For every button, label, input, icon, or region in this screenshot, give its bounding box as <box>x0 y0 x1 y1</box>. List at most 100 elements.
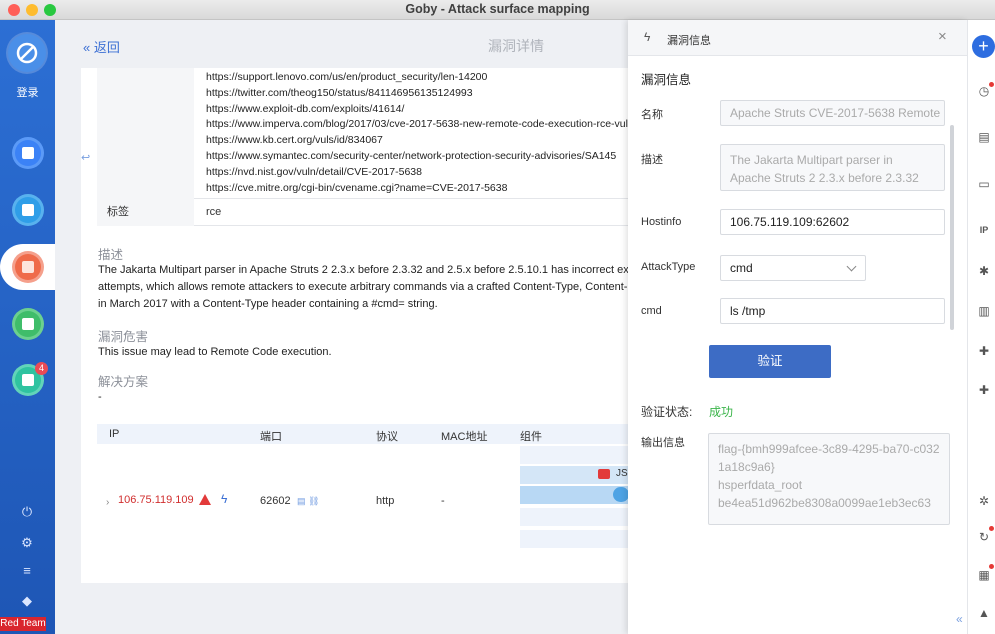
hostinfo-field[interactable]: 106.75.119.109:62602 <box>720 209 945 235</box>
name-label: 名称 <box>641 109 663 121</box>
protocol-value: http <box>376 495 395 507</box>
col-port: 端口 <box>260 431 282 443</box>
hostinfo-label: Hostinfo <box>641 216 682 228</box>
report-icon <box>22 318 34 330</box>
settings-bug-icon[interactable]: ✲ <box>977 494 991 508</box>
reference-link[interactable]: https://www.symantec.com/security-center… <box>206 149 634 165</box>
description-label: 描述 <box>641 154 663 166</box>
component-row-bg <box>520 446 628 464</box>
component-row-bg <box>520 508 628 526</box>
right-toolbar: + ◷ ▤ ▭ IP ✱ ▥ ✚ ✚ ✲ ↻ ▦ ▲ <box>967 20 995 634</box>
bolt-icon: ϟ <box>644 30 651 44</box>
mac-value: - <box>441 495 445 507</box>
monitor-icon[interactable]: ▭ <box>977 177 991 191</box>
reference-link[interactable]: https://www.exploit-db.com/exploits/4161… <box>206 102 634 118</box>
add-icon[interactable]: + <box>972 35 995 58</box>
goby-logo-icon[interactable] <box>8 34 46 72</box>
output-label: 输出信息 <box>641 437 685 449</box>
component-logo-icon <box>598 469 610 479</box>
red-team-badge[interactable]: Red Team <box>0 617 46 631</box>
description-title: 描述 <box>98 248 124 262</box>
cmd-field[interactable]: ls /tmp <box>720 298 945 324</box>
reference-link[interactable]: https://cve.mitre.org/cgi-bin/cvename.cg… <box>206 181 634 197</box>
reference-link[interactable]: https://twitter.com/theog150/status/8411… <box>206 86 634 102</box>
chevron-down-icon <box>846 261 857 272</box>
bolt-icon[interactable]: ϟ <box>221 492 227 506</box>
harm-text: This issue may lead to Remote Code execu… <box>98 346 332 358</box>
back-button[interactable]: « 返回 <box>83 37 120 56</box>
expand-chevron-icon[interactable]: › <box>106 497 109 508</box>
detail-card: ↩ https://support.lenovo.com/us/en/produ… <box>81 68 656 583</box>
attacktype-value: cmd <box>730 261 753 275</box>
close-icon[interactable]: × <box>938 28 947 45</box>
description-line: The Jakarta Multipart parser in Apache S… <box>98 264 652 276</box>
port-value: 62602 <box>260 495 291 507</box>
reference-link[interactable]: https://nvd.nist.gov/vuln/detail/CVE-201… <box>206 165 634 181</box>
login-link[interactable]: 登录 <box>0 84 55 100</box>
port-info-icon[interactable]: ▤ ⛓ <box>297 496 319 507</box>
status-value: 成功 <box>709 405 734 419</box>
col-component: 组件 <box>520 431 542 443</box>
menu-icon[interactable]: ≡ <box>19 563 35 579</box>
asset-icon <box>22 147 34 159</box>
description-line: in March 2017 with a Content-Type header… <box>98 298 438 310</box>
asset-table-header: IP 端口 协议 MAC地址 组件 <box>97 424 628 444</box>
component-logo-icon <box>613 487 629 502</box>
double-chevron-left-icon: « <box>83 40 94 55</box>
settings-icon[interactable]: ⚙ <box>19 535 35 551</box>
report-icon[interactable]: ▦ <box>977 568 991 582</box>
warning-icon[interactable]: ▲ <box>977 606 991 620</box>
plugin-alt-icon[interactable]: ✚ <box>977 383 991 397</box>
list-icon <box>22 204 34 216</box>
reference-link[interactable]: https://support.lenovo.com/us/en/product… <box>206 70 634 86</box>
notification-dot <box>989 526 994 531</box>
plugin-icon[interactable]: ✚ <box>977 344 991 358</box>
plugin-count-badge: 4 <box>35 362 48 375</box>
ip-icon[interactable]: IP <box>977 223 991 237</box>
chart-icon[interactable]: ▥ <box>977 304 991 318</box>
attacktype-select[interactable]: cmd <box>720 255 866 281</box>
sidebar-item-vuln[interactable] <box>15 254 41 280</box>
harm-title: 漏洞危害 <box>98 330 149 344</box>
solution-title: 解决方案 <box>98 375 149 389</box>
left-sidebar: 登录 4 ⏻ ⚙ ≡ ◆ Red Team <box>0 20 60 634</box>
col-protocol: 协议 <box>376 431 398 443</box>
ip-link[interactable]: 106.75.119.109 <box>118 494 194 506</box>
tag-row: 标签 rce <box>97 199 628 226</box>
description-field: The Jakarta Multipart parser in Apache S… <box>720 144 945 191</box>
cmd-label: cmd <box>641 305 662 317</box>
verify-button[interactable]: 验证 <box>709 345 831 378</box>
table-row[interactable]: › 106.75.119.109 ϟ 62602 ▤ ⛓ http - JS <box>97 444 629 564</box>
collapse-panel-icon[interactable]: « <box>956 612 963 626</box>
back-label: 返回 <box>93 40 120 55</box>
power-icon[interactable]: ⏻ <box>19 504 35 520</box>
return-arrow-icon: ↩ <box>81 152 91 164</box>
notification-dot <box>989 564 994 569</box>
notification-dot <box>989 82 994 87</box>
page-title: 漏洞详情 <box>488 38 544 54</box>
tag-label: 标签 <box>97 199 194 226</box>
refresh-icon[interactable]: ↻ <box>977 530 991 544</box>
diamond-icon[interactable]: ◆ <box>19 593 35 609</box>
sidebar-item-report[interactable] <box>15 311 41 337</box>
solution-text: - <box>98 391 102 403</box>
panel-scrollbar[interactable] <box>950 125 954 330</box>
reference-link[interactable]: https://www.kb.cert.org/vuls/id/834067 <box>206 133 634 149</box>
component-tag[interactable] <box>520 486 629 504</box>
status-label: 验证状态: <box>641 405 693 419</box>
title-bar: Goby - Attack surface mapping <box>0 0 995 20</box>
reference-link[interactable]: https://www.imperva.com/blog/2017/03/cve… <box>206 117 634 133</box>
warning-icon <box>199 494 211 505</box>
vuln-info-panel: ϟ 漏洞信息 × 漏洞信息 名称 Apache Struts CVE-2017-… <box>628 20 967 634</box>
document-icon[interactable]: ▤ <box>977 130 991 144</box>
output-field[interactable]: flag-{bmh999afcee-3c89-4295-ba70-c0321a1… <box>708 433 950 525</box>
references-row: https://support.lenovo.com/us/en/product… <box>97 68 634 199</box>
sidebar-item-asset[interactable] <box>15 140 41 166</box>
attacktype-label: AttackType <box>641 261 696 273</box>
component-name: JS <box>616 468 628 479</box>
tag-value: rce <box>206 206 222 218</box>
sidebar-item-list[interactable] <box>15 197 41 223</box>
component-tag[interactable]: JS <box>520 466 628 484</box>
name-field: Apache Struts CVE-2017-5638 Remote <box>720 100 945 126</box>
bug-icon[interactable]: ✱ <box>977 264 991 278</box>
